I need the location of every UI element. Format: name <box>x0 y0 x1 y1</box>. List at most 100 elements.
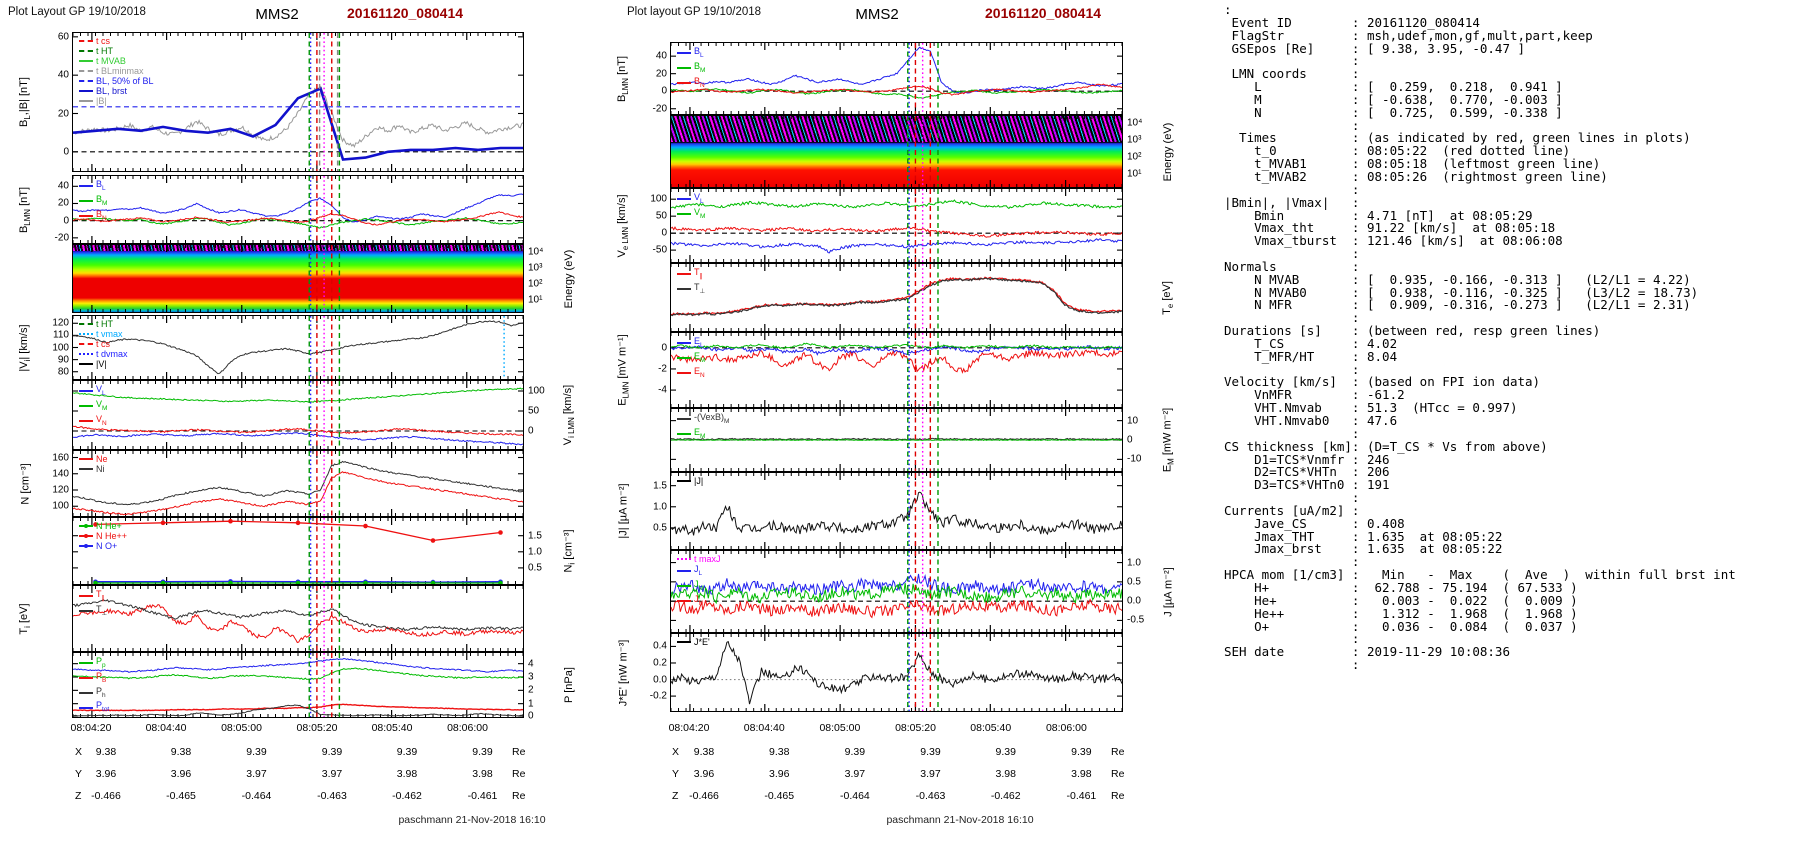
y-tick-label: 40 <box>57 180 69 192</box>
y-tick-label: 80 <box>57 366 69 378</box>
y-tick-label: 10³ <box>528 262 543 274</box>
panel-legend: VL VM VN <box>79 384 107 428</box>
panel-legend: BL BM BN <box>677 46 705 90</box>
position-value: -0.462 <box>990 790 1021 802</box>
y-tick-label: 10² <box>1127 151 1142 163</box>
panel-legend: T∥ T⊥ <box>79 589 107 619</box>
position-unit: Re <box>512 790 526 802</box>
legend-label: t cs <box>96 339 111 349</box>
y-tick-label: 40 <box>655 50 667 62</box>
legend-label: BM <box>694 60 706 74</box>
y-tick-label: 120 <box>52 484 69 496</box>
panel-legend: Pp PB Ph Ptot <box>79 656 109 715</box>
legend-label: t cs <box>96 36 111 46</box>
legend-line-sample <box>677 342 691 345</box>
legend-line-sample <box>79 323 93 325</box>
y-tick-label: 1.0 <box>528 546 542 558</box>
x-tick-label: 08:05:00 <box>221 722 262 734</box>
left-plot-column: 60 40 20 0 BL,|B| [nT] t cs t HT t MVAB t BLminm… <box>18 31 577 721</box>
y-tick-label: 10 <box>1127 415 1139 427</box>
x-tick-label: 08:04:20 <box>70 722 112 734</box>
position-value: 9.39 <box>396 746 418 758</box>
legend-label: -(VexB)M <box>694 412 730 425</box>
y-axis-label: Te [eV] <box>1160 280 1176 315</box>
panel-legend: T∥ T⊥ <box>677 267 705 297</box>
legend-label: T⊥ <box>96 603 108 617</box>
legend-label: BN <box>694 75 705 89</box>
y-tick-label: -0.2 <box>649 690 667 702</box>
y-tick-label: 1.5 <box>528 530 542 542</box>
legend-line-sample <box>79 595 93 598</box>
y-tick-label: 2 <box>528 684 534 696</box>
left-panel-v-lmn: 100 50 0 Vi LMN [km/s] VL VM VN <box>72 380 576 450</box>
legend-label: Pp <box>96 656 106 669</box>
y-tick-label: 0.5 <box>653 522 667 534</box>
y-axis-label: Energy (eV) <box>563 249 575 308</box>
middle-panel-current-magnitude: 1.5 1.0 0.5 |J| [µA m⁻²] |J| <box>618 472 1123 550</box>
legend-label: N O+ <box>96 541 118 551</box>
legend-label: N He+ <box>96 521 122 531</box>
panel-legend: -(VexB)M EM <box>677 412 729 442</box>
y-tick-label: 50 <box>655 210 667 222</box>
legend-line-sample <box>79 90 93 92</box>
legend-line-sample <box>677 67 691 70</box>
y-tick-label: 50 <box>528 405 540 417</box>
legend-label: Ph <box>96 685 106 699</box>
position-value: -0.462 <box>392 790 422 802</box>
legend-label: t HT <box>96 319 113 329</box>
y-axis-label: P [nPa] <box>563 667 575 703</box>
position-value: 9.39 <box>246 746 267 758</box>
y-axis-label: |Vi| [km/s] <box>17 323 33 372</box>
middle-plot-column: 40 20 0 -20 BLMN [nT] BL BM BN 10⁴ 10³ 10² 10¹ Ener… <box>616 42 1176 712</box>
legend-label: t HT <box>96 46 113 56</box>
y-tick-label: 0.5 <box>1127 576 1141 588</box>
x-tick-label: 08:04:40 <box>743 722 785 734</box>
legend-label: T∥ <box>96 589 105 602</box>
spacecraft-title-left: MMS2 <box>255 6 299 23</box>
position-value: 3.97 <box>321 768 343 780</box>
y-tick-label: 100 <box>52 500 69 512</box>
left-panel-density: 160 140 120 100 N [cm⁻³] Ne Ni <box>20 450 524 517</box>
legend-label: BN <box>96 208 107 222</box>
position-value: 9.39 <box>1071 746 1092 758</box>
legend-label: |J| <box>694 476 704 486</box>
position-unit: Re <box>512 746 526 758</box>
position-value: 3.96 <box>769 768 790 780</box>
position-value: -0.466 <box>91 790 121 802</box>
legend-line-sample <box>79 677 93 680</box>
panel-legend: t maxJ JL JM JN <box>677 554 721 608</box>
y-tick-label: -2 <box>658 363 667 375</box>
y-tick-label: 1.0 <box>653 501 667 513</box>
position-value: 9.39 <box>321 746 343 758</box>
legend-label: BL <box>96 179 106 192</box>
x-tick-label: 08:06:00 <box>1045 722 1087 734</box>
position-unit: Re <box>1111 746 1125 758</box>
legend-line-sample <box>677 198 691 201</box>
legend-line-sample <box>79 390 93 393</box>
middle-panel-b-lmn: 40 20 0 -20 BLMN [nT] BL BM BN <box>616 42 1123 115</box>
legend-label: t vmax <box>96 329 123 339</box>
y-tick-label: 1.5 <box>653 480 667 492</box>
legend-label: EL <box>694 336 704 349</box>
legend-line-sample <box>677 558 691 560</box>
position-value: 9.38 <box>95 746 117 758</box>
y-tick-label: 0 <box>661 227 667 239</box>
y-tick-label: 3 <box>528 671 534 683</box>
y-axis-label: |J| [µA m⁻²] <box>617 483 630 539</box>
position-value: 9.39 <box>920 746 941 758</box>
y-axis-label: Ni [cm⁻³] <box>562 529 577 573</box>
y-tick-label: 140 <box>52 468 69 480</box>
legend-label: BM <box>96 193 108 207</box>
x-tick-label: 08:04:40 <box>145 722 187 734</box>
y-tick-label: 100 <box>52 342 69 353</box>
left-panel-bl-abs-b: 60 40 20 0 BL,|B| [nT] t cs t HT t MVAB t BLminm… <box>18 31 524 172</box>
plot-layout-header-left: Plot Layout GP 19/10/2018 <box>8 6 146 18</box>
position-unit: Re <box>512 768 526 780</box>
middle-panel-je: 0.4 0.2 0.0 -0.2 J*E' [nW m⁻³] J*E' <box>618 633 1123 712</box>
position-value: 3.97 <box>920 768 941 780</box>
legend-line-sample <box>677 570 691 573</box>
legend-line-sample <box>79 534 93 538</box>
y-tick-label: 0 <box>528 425 534 437</box>
y-tick-label: 20 <box>57 197 69 209</box>
legend-line-sample <box>79 60 93 62</box>
